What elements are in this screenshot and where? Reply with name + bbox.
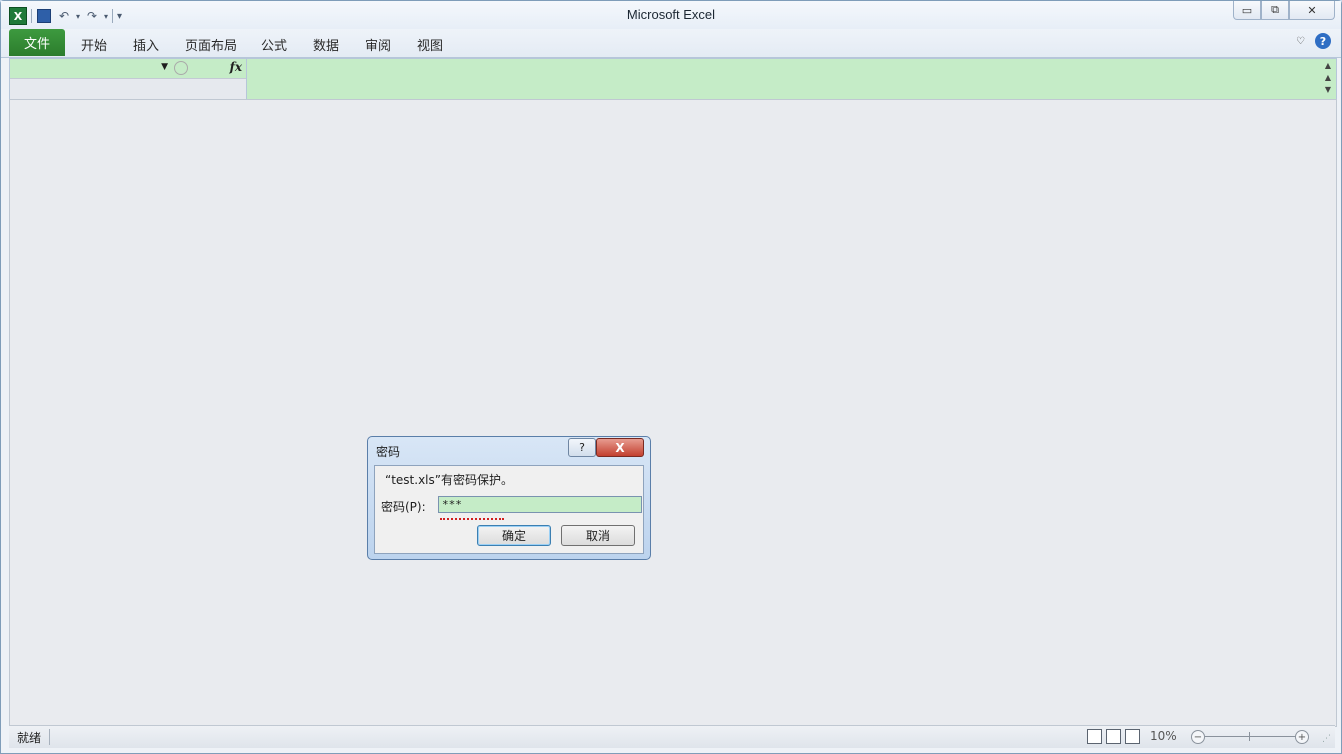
window-controls: ▭ ⧉ ✕ [1233, 1, 1335, 20]
zoom-center-tick [1249, 732, 1250, 741]
tab-page-layout[interactable]: 页面布局 [185, 35, 237, 54]
status-separator [49, 729, 50, 745]
tab-data[interactable]: 数据 [313, 35, 339, 54]
resize-grip-icon[interactable]: ⋰ [1322, 734, 1331, 744]
formula-bar: ▼ fx ▲ ▲ ▼ [9, 58, 1337, 100]
view-buttons [1087, 729, 1140, 744]
tab-review[interactable]: 审阅 [365, 35, 391, 54]
minimize-icon[interactable]: ▭ [1233, 1, 1261, 20]
name-box-lower [10, 78, 247, 99]
tab-view[interactable]: 视图 [417, 35, 443, 54]
status-ready: 就绪 [17, 731, 42, 745]
tab-file[interactable]: 文件 [9, 29, 65, 56]
page-layout-view-icon[interactable] [1106, 729, 1121, 744]
tab-insert[interactable]: 插入 [133, 35, 159, 54]
dialog-message: “test.xls”有密码保护。 [385, 473, 513, 487]
zoom-slider[interactable]: − + [1191, 730, 1309, 744]
zoom-out-icon[interactable]: − [1191, 730, 1205, 744]
dialog-help-button[interactable]: ? [568, 438, 596, 457]
cancel-button[interactable]: 取消 [561, 525, 635, 546]
password-label: 密码(P): [381, 500, 426, 514]
workbook-area [9, 99, 1337, 727]
dialog-title: 密码 [376, 445, 401, 459]
password-input[interactable]: *** [438, 496, 642, 513]
status-bar: 就绪 10% − + ⋰ [9, 725, 1335, 748]
formula-scroll[interactable]: ▲ ▲ ▼ [1321, 60, 1335, 96]
restore-icon[interactable]: ⧉ [1261, 1, 1289, 20]
ok-button[interactable]: 确定 [477, 525, 551, 546]
close-icon[interactable]: ✕ [1289, 1, 1335, 20]
tab-formulas[interactable]: 公式 [261, 35, 287, 54]
insert-function-icon[interactable]: fx [230, 60, 242, 74]
formula-divider [246, 59, 247, 99]
expand-icon[interactable] [174, 61, 188, 75]
scroll-mid-icon[interactable]: ▲ [1325, 72, 1331, 84]
ribbon-tabs: 文件 开始 插入 页面布局 公式 数据 审阅 视图 ♡ ? [1, 29, 1341, 58]
password-dialog: 密码 ? X “test.xls”有密码保护。 密码(P): *** 确定 取消 [367, 436, 651, 560]
minimize-ribbon-icon[interactable]: ♡ [1296, 36, 1305, 47]
window-title: Microsoft Excel [626, 7, 716, 22]
scroll-up-icon[interactable]: ▲ [1325, 60, 1331, 72]
zoom-in-icon[interactable]: + [1295, 730, 1309, 744]
formula-controls: fx [170, 59, 246, 78]
title-bar: X ↶ ▾ ↷ ▾ ▾ Microsoft Excel ▭ ⧉ ✕ [1, 1, 1341, 29]
normal-view-icon[interactable] [1087, 729, 1102, 744]
tab-home[interactable]: 开始 [81, 35, 107, 54]
spellcheck-underline [440, 515, 504, 520]
zoom-level[interactable]: 10% [1150, 729, 1177, 743]
scroll-down-icon[interactable]: ▼ [1325, 84, 1331, 96]
page-break-view-icon[interactable] [1125, 729, 1140, 744]
dialog-close-button[interactable]: X [596, 438, 644, 457]
zoom-track[interactable] [1205, 736, 1297, 737]
excel-window: X ↶ ▾ ↷ ▾ ▾ Microsoft Excel ▭ ⧉ ✕ 文件 开始 … [0, 0, 1342, 754]
help-icon[interactable]: ? [1315, 33, 1331, 49]
ribbon-right-controls: ♡ ? [1296, 33, 1331, 49]
name-box[interactable]: ▼ [10, 59, 171, 78]
dialog-body: “test.xls”有密码保护。 密码(P): *** 确定 取消 [374, 465, 644, 554]
name-box-dropdown-icon[interactable]: ▼ [161, 62, 168, 72]
